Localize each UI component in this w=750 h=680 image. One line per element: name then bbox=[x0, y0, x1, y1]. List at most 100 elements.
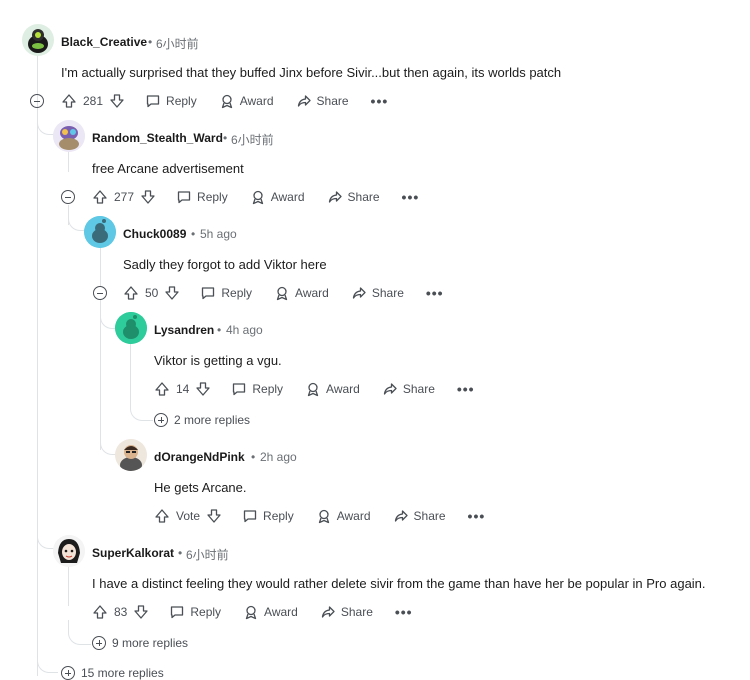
share-button[interactable]: Share bbox=[320, 604, 373, 620]
comment-username[interactable]: Random_Stealth_Ward bbox=[92, 131, 223, 145]
thread-line-lysandren bbox=[130, 344, 131, 404]
collapse-button[interactable] bbox=[30, 94, 44, 108]
thread-line-chuck bbox=[100, 248, 101, 286]
more-replies-button[interactable]: 15 more replies bbox=[61, 666, 164, 680]
comment-username[interactable]: dOrangeNdPink bbox=[154, 450, 245, 464]
comment-separator: • bbox=[178, 546, 183, 560]
collapse-button[interactable] bbox=[61, 190, 75, 204]
award-button[interactable]: Award bbox=[219, 93, 274, 109]
comment-username[interactable]: Chuck0089 bbox=[123, 227, 186, 241]
thread-line-root bbox=[37, 56, 38, 676]
comment-text: I'm actually surprised that they buffed … bbox=[61, 65, 562, 80]
vote-count: 50 bbox=[145, 286, 159, 300]
thread-curve bbox=[68, 620, 91, 645]
downvote-icon bbox=[134, 605, 149, 619]
more-options-button[interactable]: ••• bbox=[468, 508, 486, 524]
downvote-button[interactable] bbox=[140, 189, 156, 205]
thread-curve bbox=[68, 208, 85, 231]
downvote-button[interactable] bbox=[133, 604, 149, 620]
more-replies-label: 9 more replies bbox=[112, 636, 189, 650]
thread-curve bbox=[37, 652, 58, 673]
award-icon bbox=[307, 382, 319, 397]
reply-button[interactable]: Reply bbox=[231, 381, 283, 397]
reply-button[interactable]: Reply bbox=[200, 285, 252, 301]
award-icon bbox=[252, 190, 263, 205]
avatar[interactable] bbox=[84, 216, 116, 248]
comment-timestamp: 2h ago bbox=[260, 450, 297, 464]
upvote-button[interactable] bbox=[123, 285, 139, 301]
comment-timestamp: 4h ago bbox=[226, 323, 263, 337]
downvote-button[interactable] bbox=[195, 381, 211, 397]
upvote-icon bbox=[62, 94, 76, 108]
thread-curve bbox=[130, 396, 153, 421]
comment-actions: 277 Reply Award Share ••• bbox=[92, 185, 419, 209]
share-button[interactable]: Share bbox=[382, 381, 435, 397]
vote-count: 14 bbox=[176, 382, 190, 396]
reply-icon bbox=[146, 95, 160, 108]
award-button[interactable]: Award bbox=[250, 189, 305, 205]
downvote-icon bbox=[141, 190, 155, 204]
award-button[interactable]: Award bbox=[274, 285, 329, 301]
reply-button[interactable]: Reply bbox=[169, 604, 221, 620]
award-icon bbox=[221, 94, 232, 109]
share-button[interactable]: Share bbox=[327, 189, 380, 205]
downvote-button[interactable] bbox=[164, 285, 180, 301]
comment-text: Viktor is getting a vgu. bbox=[154, 353, 282, 368]
award-button[interactable]: Award bbox=[243, 604, 298, 620]
reply-icon bbox=[233, 383, 246, 396]
downvote-icon bbox=[110, 94, 124, 108]
reply-icon bbox=[177, 191, 191, 204]
upvote-button[interactable] bbox=[61, 93, 77, 109]
comment-text: free Arcane advertisement bbox=[92, 161, 244, 176]
reply-button[interactable]: Reply bbox=[242, 508, 294, 524]
share-icon bbox=[328, 191, 342, 203]
share-button[interactable]: Share bbox=[296, 93, 349, 109]
downvote-icon bbox=[196, 382, 211, 396]
more-options-button[interactable]: ••• bbox=[395, 604, 413, 620]
upvote-button[interactable] bbox=[92, 604, 108, 620]
avatar[interactable] bbox=[53, 120, 85, 152]
comment-actions: 83 Reply Award Share ••• bbox=[92, 600, 413, 624]
avatar[interactable] bbox=[53, 535, 85, 567]
avatar[interactable] bbox=[22, 24, 54, 56]
comment-timestamp: 6小时前 bbox=[186, 548, 229, 562]
upvote-button[interactable] bbox=[154, 381, 170, 397]
upvote-button[interactable] bbox=[154, 508, 170, 524]
award-button[interactable]: Award bbox=[305, 381, 360, 397]
reply-icon bbox=[202, 287, 215, 300]
comment-username[interactable]: Lysandren bbox=[154, 323, 214, 337]
share-button[interactable]: Share bbox=[351, 285, 404, 301]
thread-line-superkalkorat bbox=[68, 566, 69, 606]
more-replies-button[interactable]: 9 more replies bbox=[92, 636, 188, 650]
avatar[interactable] bbox=[115, 312, 147, 344]
reply-button[interactable]: Reply bbox=[176, 189, 228, 205]
comment-username[interactable]: SuperKalkorat bbox=[92, 546, 174, 560]
vote-count: 281 bbox=[83, 94, 104, 108]
comment-actions: 281 Reply Award Share ••• bbox=[61, 89, 388, 113]
more-replies-button[interactable]: 2 more replies bbox=[154, 413, 250, 427]
user-avatar-icon bbox=[22, 24, 54, 56]
more-replies-label: 2 more replies bbox=[174, 413, 251, 427]
more-options-button[interactable]: ••• bbox=[457, 381, 475, 397]
comment-separator: • bbox=[223, 131, 228, 145]
more-options-button[interactable]: ••• bbox=[371, 93, 389, 109]
downvote-button[interactable] bbox=[109, 93, 125, 109]
share-icon bbox=[394, 510, 408, 522]
downvote-button[interactable] bbox=[206, 508, 222, 524]
more-options-button[interactable]: ••• bbox=[402, 189, 420, 205]
snoo-avatar-icon bbox=[84, 216, 116, 248]
award-button[interactable]: Award bbox=[316, 508, 371, 524]
comment-actions: 14 Reply Award Share ••• bbox=[154, 377, 475, 401]
more-options-button[interactable]: ••• bbox=[426, 285, 444, 301]
downvote-icon bbox=[165, 286, 180, 300]
share-button[interactable]: Share bbox=[393, 508, 446, 524]
thread-curve bbox=[100, 420, 117, 455]
comment-username[interactable]: Black_Creative bbox=[61, 35, 147, 49]
collapse-button[interactable] bbox=[93, 286, 107, 300]
comment-timestamp: 6小时前 bbox=[156, 37, 199, 51]
reply-button[interactable]: Reply bbox=[145, 93, 197, 109]
share-icon bbox=[321, 606, 335, 618]
award-icon bbox=[318, 509, 329, 524]
upvote-button[interactable] bbox=[92, 189, 108, 205]
avatar[interactable] bbox=[115, 439, 147, 471]
